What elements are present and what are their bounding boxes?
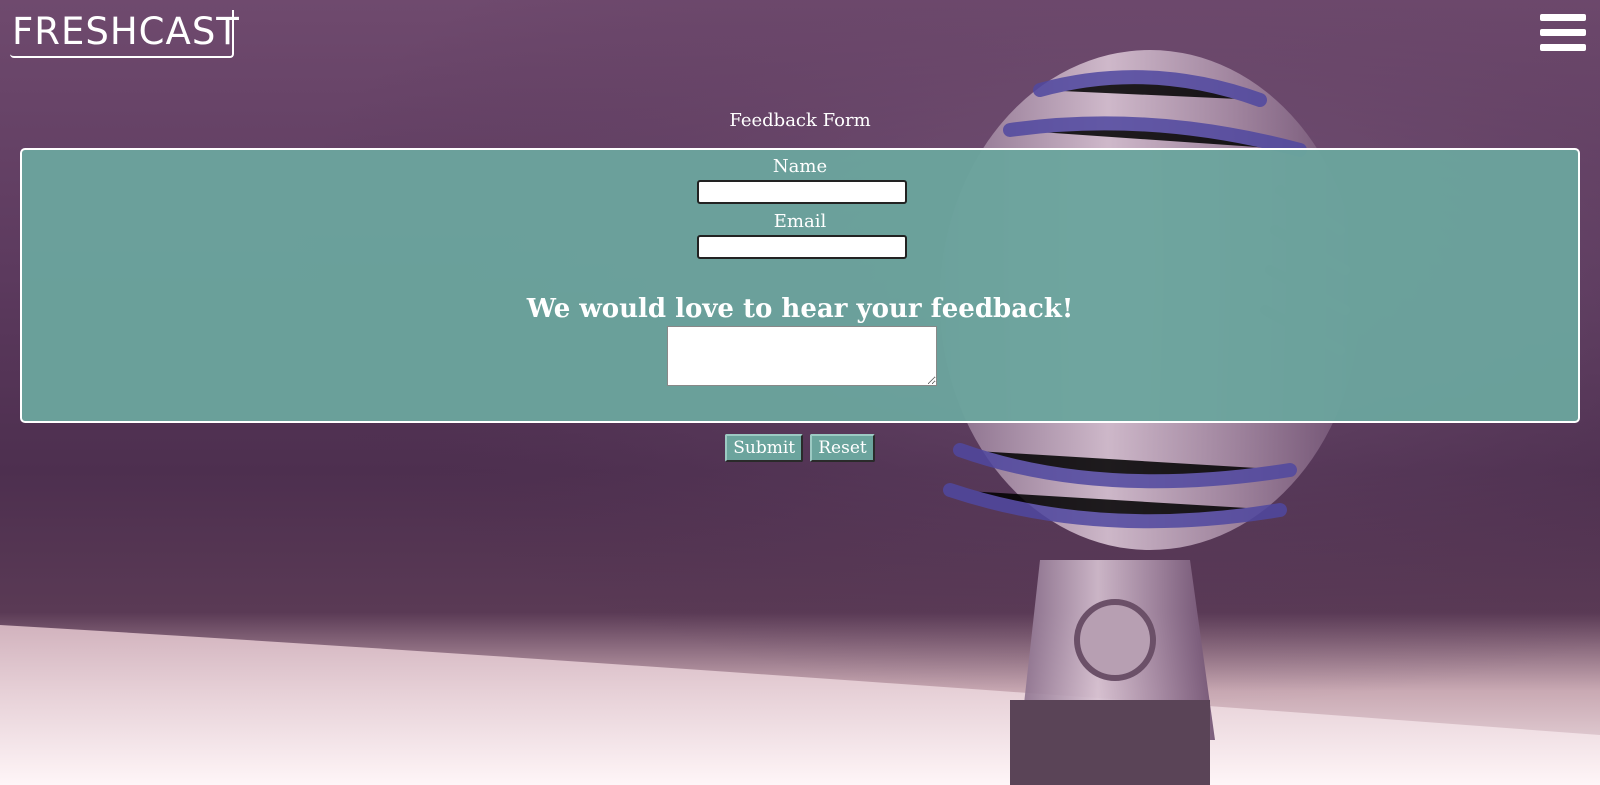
form-buttons: Submit Reset <box>0 434 1600 462</box>
reset-button[interactable]: Reset <box>810 434 875 462</box>
submit-button[interactable]: Submit <box>725 434 804 462</box>
feedback-form-panel: Name Email We would love to hear your fe… <box>20 148 1580 423</box>
feedback-textarea[interactable] <box>667 326 937 386</box>
freshcast-logo[interactable]: FRESHCAST <box>10 10 239 58</box>
name-label: Name <box>772 156 828 177</box>
form-title: Feedback Form <box>729 110 871 131</box>
email-input[interactable] <box>697 235 907 259</box>
name-input[interactable] <box>697 180 907 204</box>
feedback-heading: We would love to hear your feedback! <box>526 294 1074 324</box>
top-bar: FRESHCAST <box>0 0 1600 64</box>
hamburger-menu-icon[interactable] <box>1540 14 1586 56</box>
menu-bar <box>1540 44 1586 51</box>
email-label: Email <box>773 211 827 232</box>
menu-bar <box>1540 29 1586 36</box>
menu-bar <box>1540 14 1586 21</box>
